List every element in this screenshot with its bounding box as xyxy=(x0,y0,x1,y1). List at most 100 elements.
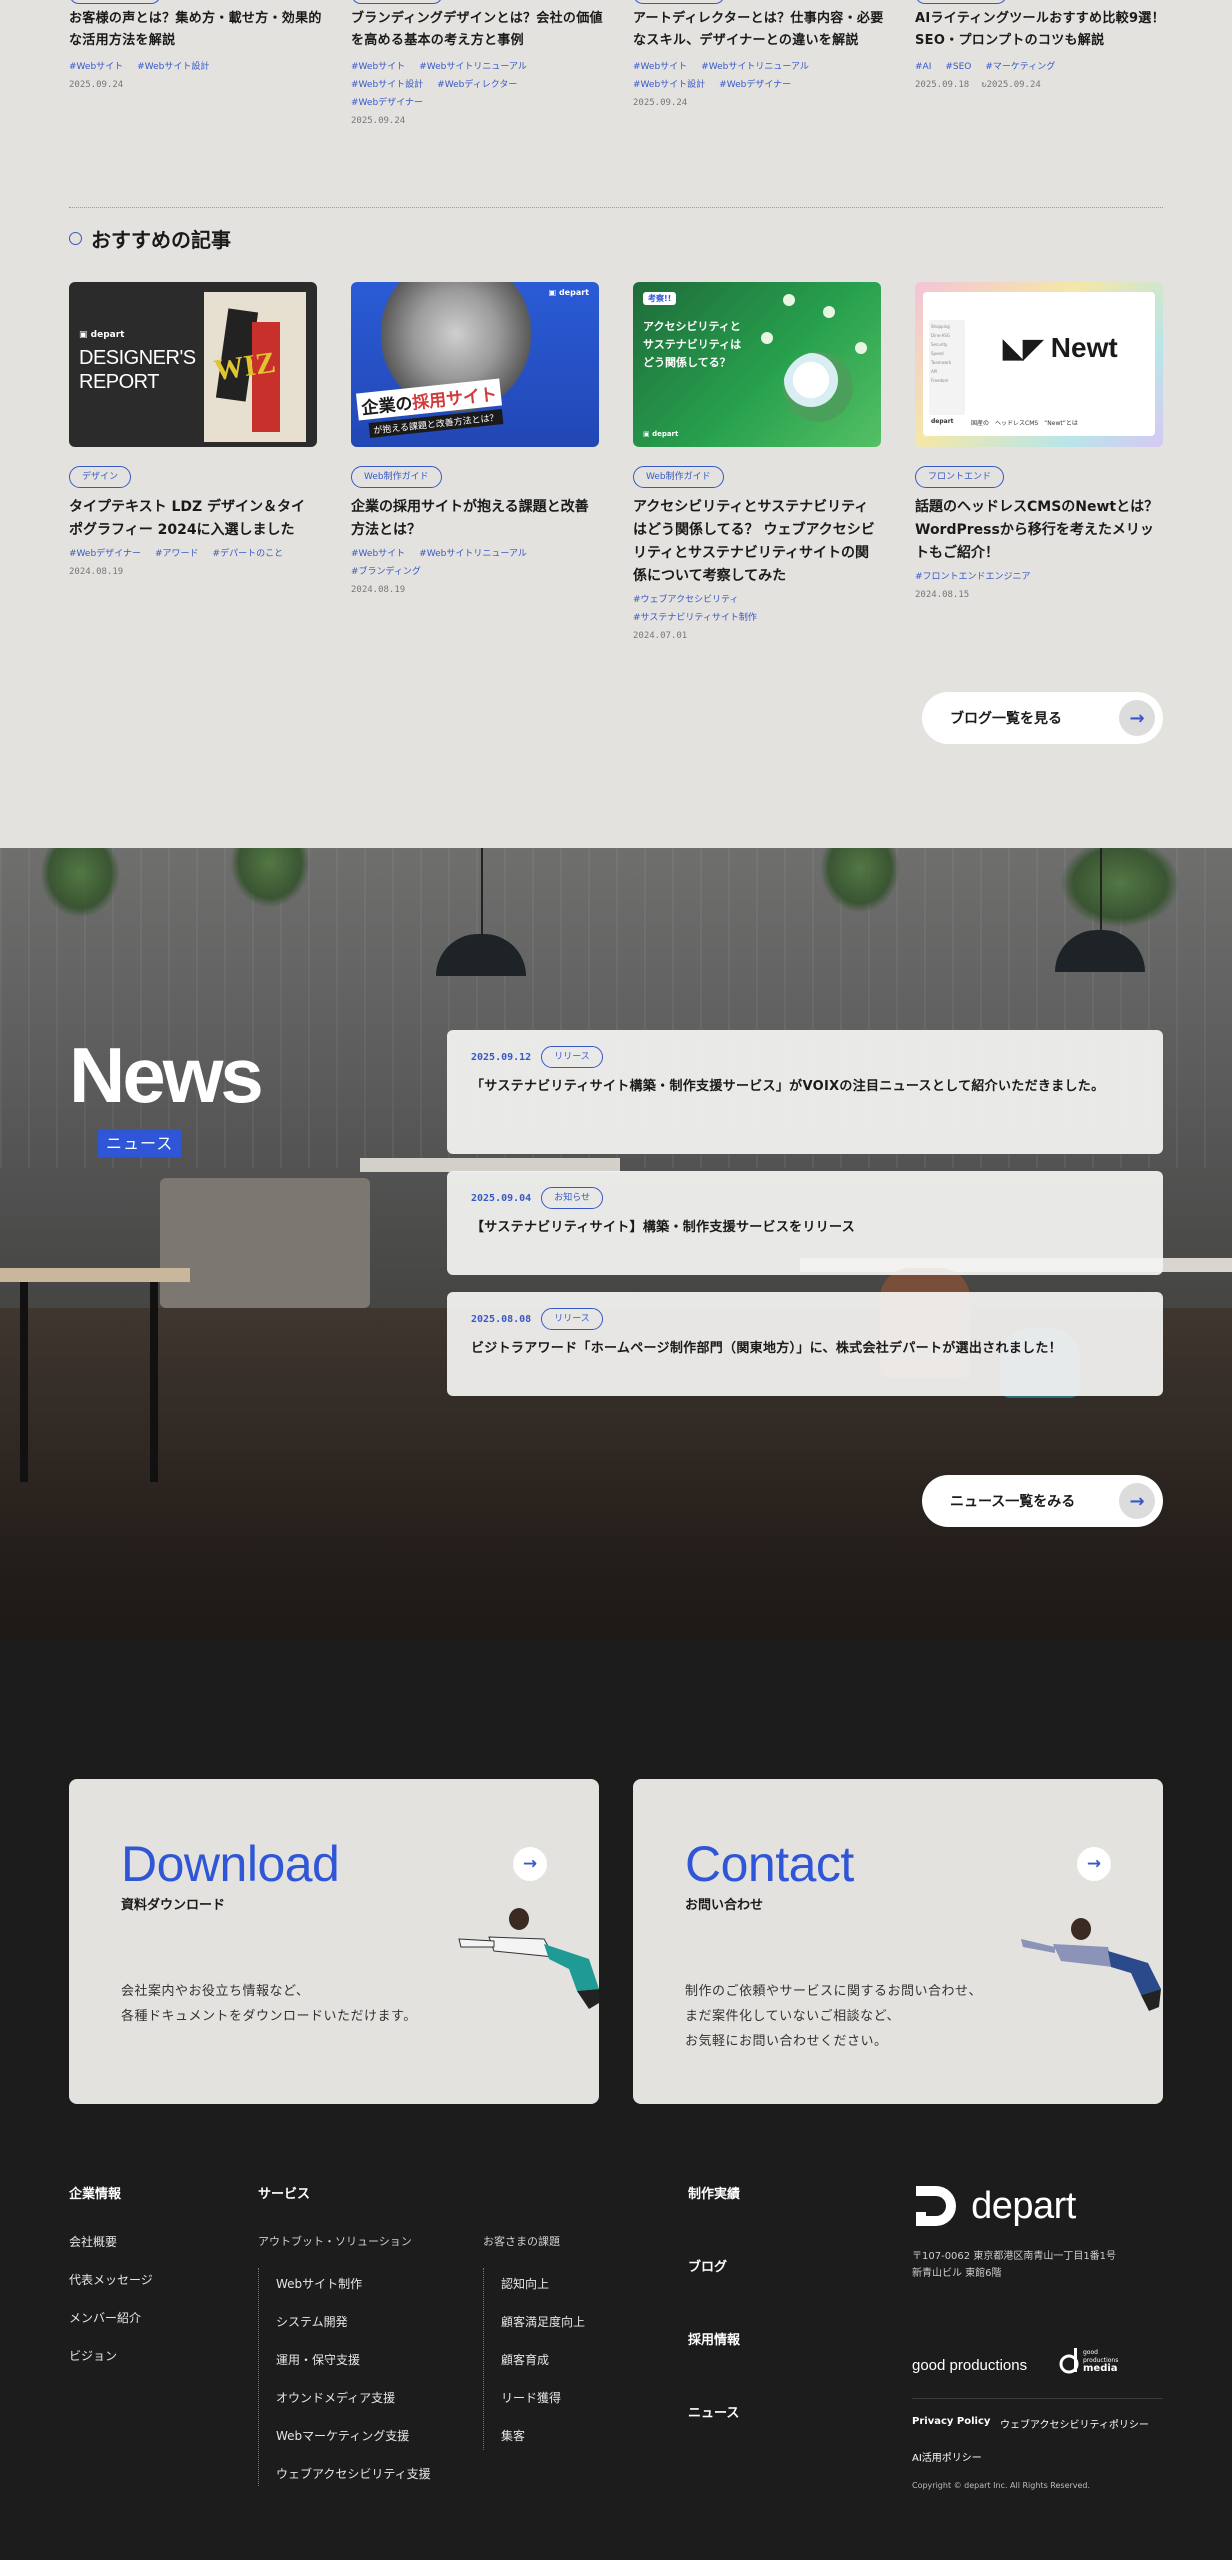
footer-link[interactable]: 集客 xyxy=(501,2427,525,2444)
tag[interactable]: #Webサイトリニューアル xyxy=(419,58,527,76)
footer-services-heading[interactable]: サービス xyxy=(258,2183,310,2202)
news-text[interactable]: 「サステナビリティサイト構築・制作支援サービス」がVOIXの注目ニュースとして紹… xyxy=(471,1076,1139,1098)
recommended-card[interactable]: Shopping Dine-ASG Security Speed Teamwor… xyxy=(915,282,1163,600)
depart-logo[interactable]: depart xyxy=(912,2182,1076,2230)
depart-logo-icon xyxy=(916,2186,956,2226)
tag[interactable]: #Webディレクター xyxy=(437,76,517,94)
category-badge[interactable]: Web制作ガイド xyxy=(351,466,442,488)
download-card[interactable]: Download 資料ダウンロード → 会社案内やお役立ち情報など、 各種ドキュ… xyxy=(69,1779,599,2104)
footer-link[interactable]: Webマーケティング支援 xyxy=(276,2427,409,2444)
category-badge[interactable]: フロントエンド xyxy=(915,466,1005,488)
article-title[interactable]: アクセシビリティとサステナビリティはどう関係してる？ ウェブアクセシビリティとサ… xyxy=(633,496,881,588)
published-date: 2025.09.18 xyxy=(915,80,970,90)
tag[interactable]: #Webサイトリニューアル xyxy=(419,545,527,563)
footer-subheading: アウトブット・ソリューション xyxy=(258,2235,412,2248)
article-thumbnail[interactable]: Shopping Dine-ASG Security Speed Teamwor… xyxy=(915,282,1163,447)
article-thumbnail[interactable]: 考察!! アクセシビリティと サステナビリティは どう関係してる？ ▣ depa… xyxy=(633,282,881,447)
tag[interactable]: #デパートのこと xyxy=(213,545,284,563)
news-item[interactable]: 2025.08.08 リリース ビジトラアワード「ホームページ制作部門（関東地方… xyxy=(447,1292,1163,1396)
footer-link[interactable]: 代表メッセージ xyxy=(69,2271,153,2288)
footer-link[interactable]: ビジョン xyxy=(69,2347,117,2364)
thumb-line: アクセシビリティと xyxy=(643,320,741,333)
footer-link[interactable]: メンバー紹介 xyxy=(69,2309,141,2326)
category-badge[interactable]: Web制作ガイド xyxy=(633,466,724,488)
tag[interactable]: #Webサイト設計 xyxy=(633,76,705,94)
good-productions-media-logo[interactable]: good productions media xyxy=(1058,2346,1118,2376)
accessibility-policy-link[interactable]: ウェブアクセシビリティポリシー xyxy=(1000,2416,1149,2431)
article-title[interactable]: アートディレクターとは？仕事内容・必要なスキル、デザイナーとの違いを解説 xyxy=(633,8,888,52)
footer-link[interactable]: リード獲得 xyxy=(501,2389,561,2406)
footer-link[interactable]: システム開発 xyxy=(276,2313,348,2330)
tag[interactable]: #Webサイト設計 xyxy=(351,76,423,94)
article-thumbnail[interactable]: ▣ depart 企業の採用サイト が抱える課題と改善方法とは？ xyxy=(351,282,599,447)
ai-policy-link[interactable]: AI活用ポリシー xyxy=(912,2449,982,2464)
plant-decoration xyxy=(230,848,310,908)
article-title[interactable]: 企業の採用サイトが抱える課題と改善方法とは？ xyxy=(351,496,599,542)
privacy-policy-link[interactable]: Privacy Policy xyxy=(912,2416,990,2427)
article-title[interactable]: AIライティングツールおすすめ比較9選！SEO・プロンプトのコツも解説 xyxy=(915,8,1170,52)
tag[interactable]: #アワード xyxy=(155,545,199,563)
contact-subtitle: お問い合わせ xyxy=(685,1898,764,1913)
footer-link[interactable]: オウンドメディア支援 xyxy=(276,2389,395,2406)
article-card[interactable]: ブランディングデザインとは？会社の価値を高める基本の考え方と事例 #Webサイト… xyxy=(351,0,606,126)
news-text[interactable]: ビジトラアワード「ホームページ制作部門（関東地方）」に、株式会社デパートが選出さ… xyxy=(471,1338,1139,1360)
contact-card[interactable]: Contact お問い合わせ → 制作のご依頼やサービスに関するお問い合わせ、 … xyxy=(633,1779,1163,2104)
footer-link[interactable]: Webサイト制作 xyxy=(276,2275,362,2292)
article-title[interactable]: 話題のヘッドレスCMSのNewtとは？WordPressから移行を考えたメリット… xyxy=(915,496,1163,565)
footer-link[interactable]: 認知向上 xyxy=(501,2275,549,2292)
article-thumbnail[interactable]: ▣ depart DESIGNER'S REPORT WIZ xyxy=(69,282,317,447)
blog-section: お客様の声とは？集め方・載せ方・効果的な活用方法を解説 #Webサイト #Webサ… xyxy=(0,0,1232,848)
footer-news-link[interactable]: ニュース xyxy=(688,2402,739,2421)
category-badge[interactable]: デザイン xyxy=(69,466,132,488)
tag[interactable]: #Webデザイナー xyxy=(719,76,791,94)
blog-list-button[interactable]: ブログ一覧を見る → xyxy=(922,692,1163,744)
tag[interactable]: #サステナビリティサイト制作 xyxy=(633,609,757,627)
article-card[interactable]: お客様の声とは？集め方・載せ方・効果的な活用方法を解説 #Webサイト #Webサ… xyxy=(69,0,324,90)
article-card[interactable]: アートディレクターとは？仕事内容・必要なスキル、デザイナーとの違いを解説 #We… xyxy=(633,0,888,108)
tag[interactable]: #SEO xyxy=(945,58,971,76)
tag[interactable]: #Webサイト xyxy=(351,545,405,563)
tag[interactable]: #Webデザイナー xyxy=(69,545,141,563)
tag[interactable]: #Webサイト xyxy=(69,58,123,76)
depart-logo-icon: ▣ xyxy=(548,288,557,297)
news-list-button[interactable]: ニュース一覧をみる → xyxy=(922,1475,1163,1527)
good-productions-logo[interactable]: good productions xyxy=(912,2357,1027,2374)
footer-link[interactable]: 顧客満足度向上 xyxy=(501,2313,585,2330)
tag[interactable]: #AI xyxy=(915,58,931,76)
footer-link[interactable]: 会社概要 xyxy=(69,2233,117,2250)
footer-divider xyxy=(912,2398,1163,2399)
tag[interactable]: #Webサイト xyxy=(351,58,405,76)
tag[interactable]: #フロントエンドエンジニア xyxy=(915,568,1031,586)
thumb-logo: ▣ depart xyxy=(549,288,589,297)
footer-blog-link[interactable]: ブログ xyxy=(688,2256,727,2275)
news-meta: 2025.09.04 お知らせ xyxy=(471,1187,1139,1209)
article-title[interactable]: ブランディングデザインとは？会社の価値を高める基本の考え方と事例 xyxy=(351,8,606,52)
tag[interactable]: #Webデザイナー xyxy=(351,94,423,112)
article-card[interactable]: AIライティングツールおすすめ比較9選！SEO・プロンプトのコツも解説 #AI #… xyxy=(915,0,1170,90)
article-title[interactable]: お客様の声とは？集め方・載せ方・効果的な活用方法を解説 xyxy=(69,8,324,52)
tag[interactable]: #Webサイトリニューアル xyxy=(701,58,809,76)
recommended-card[interactable]: ▣ depart DESIGNER'S REPORT WIZ デザイン タイプテ… xyxy=(69,282,317,577)
news-item[interactable]: 2025.09.12 リリース 「サステナビリティサイト構築・制作支援サービス」… xyxy=(447,1030,1163,1154)
newt-brand-text: Newt xyxy=(1050,332,1118,363)
arrow-right-icon[interactable]: → xyxy=(513,1847,547,1881)
recommended-card[interactable]: ▣ depart 企業の採用サイト が抱える課題と改善方法とは？ Web制作ガイ… xyxy=(351,282,599,595)
tag[interactable]: #ウェブアクセシビリティ xyxy=(633,591,739,609)
recommended-card[interactable]: 考察!! アクセシビリティと サステナビリティは どう関係してる？ ▣ depa… xyxy=(633,282,881,641)
tag[interactable]: #Webサイト設計 xyxy=(137,58,209,76)
footer-company-heading[interactable]: 企業情報 xyxy=(69,2183,121,2202)
footer-recruit-link[interactable]: 採用情報 xyxy=(688,2329,740,2348)
news-title: News xyxy=(69,1031,264,1119)
footer-link[interactable]: ウェブアクセシビリティ支援 xyxy=(276,2465,431,2482)
tag[interactable]: #Webサイト xyxy=(633,58,687,76)
news-text[interactable]: 【サステナビリティサイト】構築・制作支援サービスをリリース xyxy=(471,1217,1139,1239)
arrow-right-icon[interactable]: → xyxy=(1077,1847,1111,1881)
news-section: News ニュース 2025.09.12 リリース 「サステナビリティサイト構築… xyxy=(0,848,1232,1640)
news-item[interactable]: 2025.09.04 お知らせ 【サステナビリティサイト】構築・制作支援サービス… xyxy=(447,1171,1163,1275)
footer-works-link[interactable]: 制作実績 xyxy=(688,2183,740,2202)
footer-link[interactable]: 運用・保守支援 xyxy=(276,2351,360,2368)
footer-link[interactable]: 顧客育成 xyxy=(501,2351,549,2368)
article-title[interactable]: タイプテキスト LDZ デザイン＆タイポグラフィー 2024に入選しました xyxy=(69,496,317,542)
tag[interactable]: #ブランディング xyxy=(351,563,421,581)
tag[interactable]: #マーケティング xyxy=(985,58,1055,76)
